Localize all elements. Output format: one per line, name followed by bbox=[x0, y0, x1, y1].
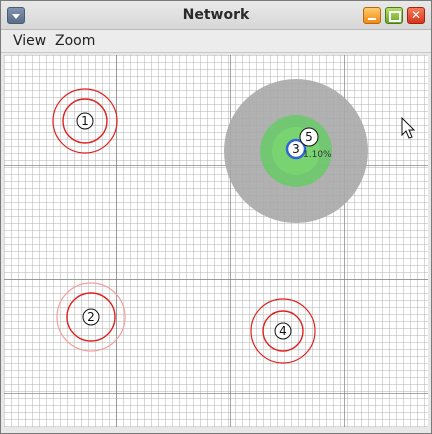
network-window: Network View Zoom 1 2 4 bbox=[0, 0, 432, 434]
menu-zoom[interactable]: Zoom bbox=[55, 33, 95, 49]
minimize-button[interactable] bbox=[363, 7, 381, 24]
mouse-cursor-icon bbox=[401, 117, 416, 139]
node-1-label: 1 bbox=[81, 114, 89, 128]
maximize-button[interactable] bbox=[385, 7, 403, 24]
node-2-label: 2 bbox=[87, 310, 95, 324]
signal-percent-label: 1.10% bbox=[303, 150, 332, 160]
menu-bar: View Zoom bbox=[1, 30, 431, 53]
node-3-label: 3 bbox=[292, 142, 300, 156]
node-5-label: 5 bbox=[305, 130, 313, 144]
title-bar[interactable]: Network bbox=[1, 1, 431, 30]
menu-view[interactable]: View bbox=[13, 33, 46, 49]
close-button[interactable] bbox=[407, 7, 425, 24]
network-canvas[interactable]: 1 2 4 3 1.10% 5 bbox=[4, 55, 428, 427]
network-graph[interactable]: 1 2 4 3 1.10% 5 bbox=[4, 55, 428, 427]
node-4-label: 4 bbox=[279, 324, 287, 338]
